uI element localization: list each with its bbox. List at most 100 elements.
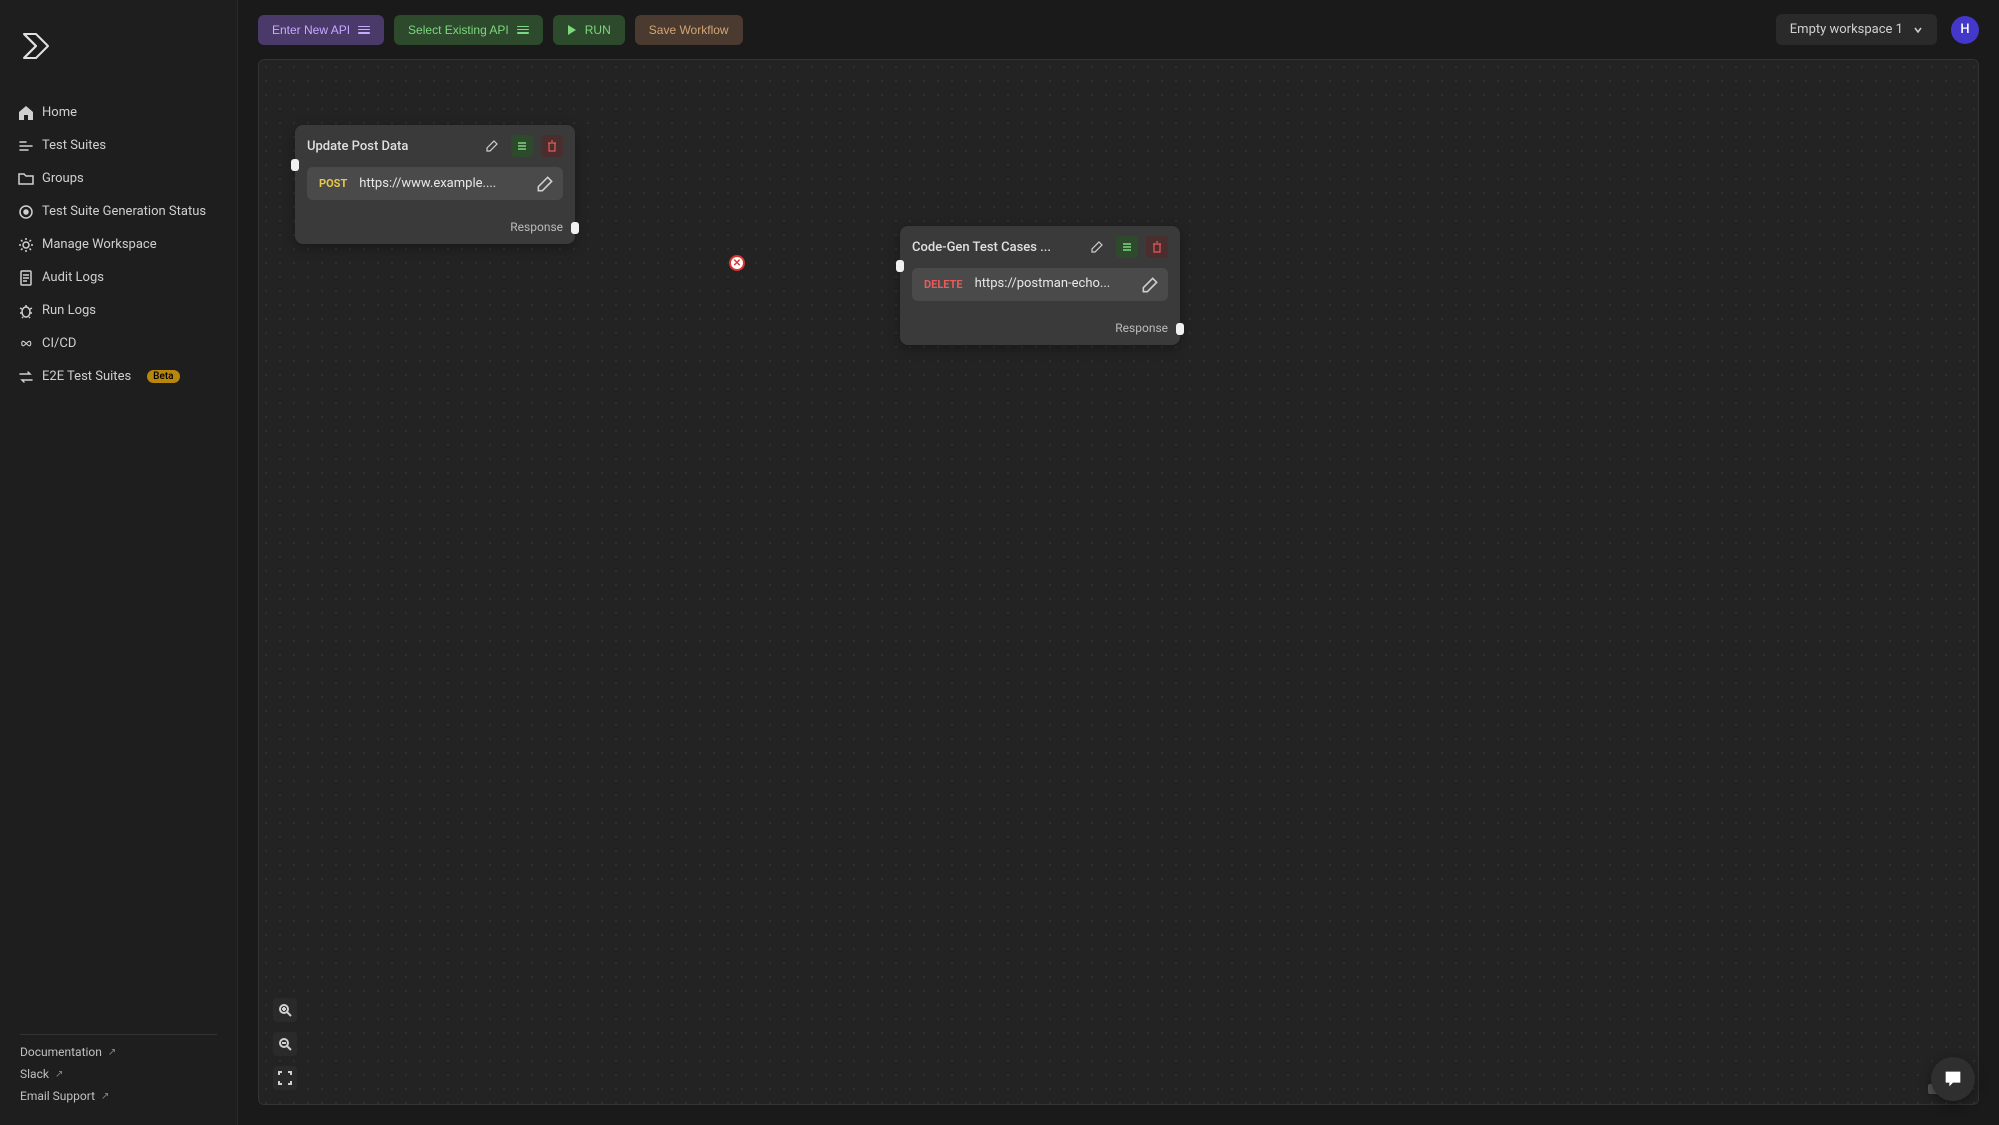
sidebar-bottom-links: Documentation ↗ Slack ↗ Email Support ↗ [0, 1043, 237, 1105]
enter-new-api-button[interactable]: Enter New API [258, 15, 384, 45]
sidebar-item-label: Test Suites [42, 138, 106, 153]
gear-icon [18, 237, 34, 253]
node-footer: Response [295, 214, 575, 244]
node-footer: Response [900, 315, 1180, 345]
fit-view-button[interactable] [273, 1066, 297, 1090]
sidebar-item-groups[interactable]: Groups [0, 162, 237, 195]
play-icon [567, 25, 577, 35]
app-logo[interactable] [0, 20, 237, 96]
email-support-link[interactable]: Email Support ↗ [20, 1087, 217, 1105]
sidebar-item-label: Home [42, 105, 77, 120]
topbar-left: Enter New API Select Existing API RUN Sa… [258, 15, 743, 45]
node-delete-button[interactable] [1146, 236, 1168, 258]
documentation-link[interactable]: Documentation ↗ [20, 1043, 217, 1061]
button-label: Save Workflow [649, 23, 729, 37]
zoom-out-button[interactable] [273, 1032, 297, 1056]
save-workflow-button[interactable]: Save Workflow [635, 15, 743, 45]
workspace-dropdown[interactable]: Empty workspace 1 [1776, 14, 1937, 45]
chat-support-button[interactable] [1931, 1057, 1975, 1101]
node-edit-button[interactable] [1086, 236, 1108, 258]
link-label: Slack [20, 1067, 49, 1081]
chat-icon [1942, 1068, 1964, 1090]
http-method-badge: POST [317, 175, 349, 192]
response-label: Response [510, 220, 563, 234]
doc-icon [18, 270, 34, 286]
node-delete-button[interactable] [541, 135, 563, 157]
sidebar-item-label: Audit Logs [42, 270, 104, 285]
sidebar-item-generation-status[interactable]: Test Suite Generation Status [0, 195, 237, 228]
sidebar-item-run-logs[interactable]: Run Logs [0, 294, 237, 327]
node-edit-button[interactable] [481, 135, 503, 157]
node-output-port[interactable] [571, 222, 579, 234]
swap-icon [18, 369, 34, 385]
topbar-right: Empty workspace 1 H [1776, 14, 1979, 45]
sidebar-item-label: Groups [42, 171, 84, 186]
home-icon [18, 105, 34, 121]
button-label: Select Existing API [408, 23, 509, 37]
node-menu-button[interactable] [511, 135, 533, 157]
sidebar-item-label: Manage Workspace [42, 237, 157, 252]
avatar-letter: H [1960, 22, 1969, 37]
node-header: Code-Gen Test Cases ... [900, 226, 1180, 268]
node-menu-button[interactable] [1116, 236, 1138, 258]
external-link-icon: ↗ [55, 1069, 63, 1080]
menu-lines-icon [358, 26, 370, 34]
node-input-port[interactable] [291, 159, 299, 171]
response-label: Response [1115, 321, 1168, 335]
canvas-controls [273, 998, 297, 1090]
sidebar-nav: Home Test Suites Groups Test Suite Gener… [0, 96, 237, 1026]
sidebar-item-home[interactable]: Home [0, 96, 237, 129]
button-label: Enter New API [272, 23, 350, 37]
external-link-icon: ↗ [101, 1091, 109, 1102]
canvas-wrap: Update Post Data POST [258, 59, 1979, 1105]
sidebar-item-label: CI/CD [42, 336, 76, 351]
sidebar-item-test-suites[interactable]: Test Suites [0, 129, 237, 162]
zoom-in-button[interactable] [273, 998, 297, 1022]
sidebar-item-label: Run Logs [42, 303, 96, 318]
external-link-icon: ↗ [108, 1047, 116, 1058]
avatar[interactable]: H [1951, 16, 1979, 44]
sidebar: Home Test Suites Groups Test Suite Gener… [0, 0, 238, 1125]
sidebar-item-manage-workspace[interactable]: Manage Workspace [0, 228, 237, 261]
tests-icon [18, 138, 34, 154]
workspace-label: Empty workspace 1 [1790, 22, 1903, 37]
node-input-port[interactable] [896, 260, 904, 272]
link-label: Documentation [20, 1045, 102, 1059]
node-body: POST https://www.example.... [295, 167, 575, 214]
sidebar-item-audit-logs[interactable]: Audit Logs [0, 261, 237, 294]
menu-lines-icon [517, 26, 529, 34]
infinity-icon [18, 336, 34, 352]
folder-icon [18, 171, 34, 187]
workflow-node[interactable]: Code-Gen Test Cases ... DELE [900, 226, 1180, 345]
node-url-edit-button[interactable] [537, 176, 553, 192]
topbar: Enter New API Select Existing API RUN Sa… [238, 0, 1999, 59]
select-existing-api-button[interactable]: Select Existing API [394, 15, 543, 45]
node-header: Update Post Data [295, 125, 575, 167]
edge-delete-button[interactable]: ✕ [729, 255, 745, 271]
node-request-row[interactable]: POST https://www.example.... [307, 167, 563, 200]
node-title: Code-Gen Test Cases ... [912, 240, 1078, 255]
run-button[interactable]: RUN [553, 15, 625, 45]
workflow-canvas[interactable]: Update Post Data POST [258, 59, 1979, 1105]
node-request-row[interactable]: DELETE https://postman-echo... [912, 268, 1168, 301]
sidebar-item-label: E2E Test Suites [42, 369, 131, 384]
node-url-edit-button[interactable] [1142, 277, 1158, 293]
link-label: Email Support [20, 1089, 95, 1103]
workflow-node[interactable]: Update Post Data POST [295, 125, 575, 244]
node-url: https://postman-echo... [975, 276, 1132, 293]
status-icon [18, 204, 34, 220]
http-method-badge: DELETE [922, 276, 965, 293]
bug-icon [18, 303, 34, 319]
chevron-down-icon [1913, 25, 1923, 35]
node-title: Update Post Data [307, 139, 473, 154]
sidebar-item-label: Test Suite Generation Status [42, 204, 206, 219]
button-label: RUN [585, 23, 611, 37]
sidebar-divider [20, 1034, 217, 1035]
sidebar-item-cicd[interactable]: CI/CD [0, 327, 237, 360]
beta-badge: Beta [147, 370, 179, 383]
sidebar-item-e2e-test-suites[interactable]: E2E Test Suites Beta [0, 360, 237, 393]
node-output-port[interactable] [1176, 323, 1184, 335]
node-body: DELETE https://postman-echo... [900, 268, 1180, 315]
main-area: Enter New API Select Existing API RUN Sa… [238, 0, 1999, 1125]
slack-link[interactable]: Slack ↗ [20, 1065, 217, 1083]
